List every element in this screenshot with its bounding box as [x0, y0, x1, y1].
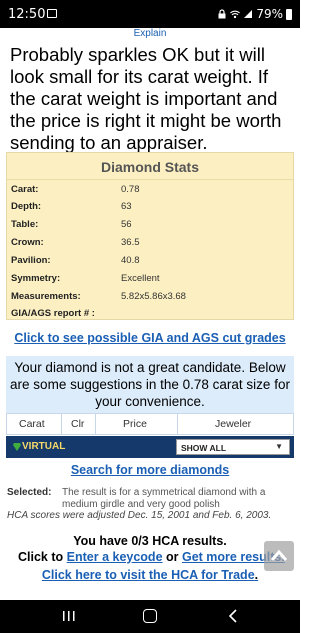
- stat-label: Table:: [11, 219, 39, 230]
- stat-value: 0.78: [121, 184, 140, 195]
- stat-label: Pavilion:: [11, 255, 51, 266]
- enter-keycode-link[interactable]: Enter a keycode: [67, 550, 163, 564]
- divider: [7, 179, 293, 180]
- hca-adjustment-note: HCA scores were adjusted Dec. 15, 2001 a…: [7, 510, 272, 521]
- stat-row-crown: Crown: 36.5: [11, 237, 291, 255]
- divider: [177, 414, 178, 434]
- stat-value: 63: [121, 201, 132, 212]
- stat-row-report: GIA/AGS report # :: [11, 308, 291, 326]
- stat-label: GIA/AGS report # :: [11, 308, 95, 319]
- selected-label: Selected:: [7, 487, 52, 498]
- virtual-label: VIRTUAL: [22, 441, 66, 452]
- scroll-to-top-button[interactable]: [264, 541, 294, 571]
- or-text: or: [166, 550, 179, 564]
- chevron-down-icon: ▼: [275, 442, 283, 451]
- diamond-stats-panel: Diamond Stats Carat: 0.78 Depth: 63 Tabl…: [6, 152, 294, 320]
- lock-icon: [218, 9, 226, 19]
- stat-value: 56: [121, 219, 132, 230]
- back-icon[interactable]: [228, 609, 238, 623]
- gallery-notification-icon: [47, 9, 57, 18]
- select-value: SHOW ALL: [181, 443, 227, 453]
- candidate-message: Your diamond is not a great candidate. B…: [10, 360, 290, 409]
- home-icon[interactable]: [143, 609, 157, 623]
- stat-label: Crown:: [11, 237, 44, 248]
- battery-percent: 79%: [256, 7, 283, 21]
- stat-row-symmetry: Symmetry: Excellent: [11, 273, 291, 291]
- recent-apps-icon[interactable]: [62, 610, 76, 622]
- stat-value: Excellent: [121, 273, 160, 284]
- stat-row-measurements: Measurements: 5.82x5.86x3.68: [11, 291, 291, 309]
- divider: [95, 414, 96, 434]
- period-text: .: [254, 568, 259, 582]
- column-header-clr[interactable]: Clr: [71, 418, 84, 430]
- show-all-select[interactable]: SHOW ALL ▼: [176, 439, 290, 455]
- click-to-line: Click to Enter a keycode or Get more res…: [18, 550, 300, 564]
- signal-icon: [244, 10, 253, 18]
- stat-label: Symmetry:: [11, 273, 61, 284]
- stat-row-depth: Depth: 63: [11, 201, 291, 219]
- column-header-carat[interactable]: Carat: [19, 418, 45, 430]
- stat-row-table: Table: 56: [11, 219, 291, 237]
- stat-label: Depth:: [11, 201, 42, 212]
- column-header-jeweler[interactable]: Jeweler: [215, 418, 251, 430]
- stat-value: 40.8: [121, 255, 140, 266]
- search-more-diamonds-link[interactable]: Search for more diamonds: [0, 463, 300, 477]
- stat-value: 5.82x5.86x3.68: [121, 291, 186, 302]
- explain-link[interactable]: Explain: [0, 28, 300, 39]
- diamond-stats-title: Diamond Stats: [100, 159, 199, 175]
- status-bar: 12:50 79%: [0, 0, 300, 28]
- suggestions-table-header: Carat Clr Price Jeweler: [6, 413, 294, 435]
- stat-label: Carat:: [11, 184, 39, 195]
- selected-text: The result is for a symmetrical diamond …: [62, 487, 266, 510]
- battery-icon: [286, 8, 292, 20]
- assessment-text: Probably sparkles OK but it will look sm…: [10, 44, 282, 153]
- visit-hca-trade-link[interactable]: Click here to visit the HCA for Trade: [42, 568, 255, 582]
- visit-hca-trade-line: Click here to visit the HCA for Trade.: [0, 568, 300, 582]
- virtual-filter-bar: VIRTUAL SHOW ALL ▼: [6, 436, 294, 458]
- status-icons: 79%: [217, 7, 292, 21]
- wifi-icon: [230, 10, 241, 19]
- status-time: 12:50: [8, 7, 46, 22]
- stat-row-carat: Carat: 0.78: [11, 184, 291, 202]
- system-navigation-bar: [0, 600, 300, 633]
- chevron-up-icon: [270, 549, 288, 561]
- gia-ags-cut-grades-link[interactable]: Click to see possible GIA and AGS cut gr…: [0, 331, 300, 345]
- diamond-icon: [13, 443, 21, 451]
- stat-label: Measurements:: [11, 291, 81, 302]
- hca-results-count: You have 0/3 HCA results.: [73, 534, 227, 548]
- column-header-price[interactable]: Price: [123, 418, 147, 430]
- click-to-text: Click to: [18, 550, 64, 564]
- divider: [61, 414, 62, 434]
- stat-row-pavilion: Pavilion: 40.8: [11, 255, 291, 273]
- selected-description: Selected: The result is for a symmetrica…: [7, 487, 297, 510]
- stat-value: 36.5: [121, 237, 140, 248]
